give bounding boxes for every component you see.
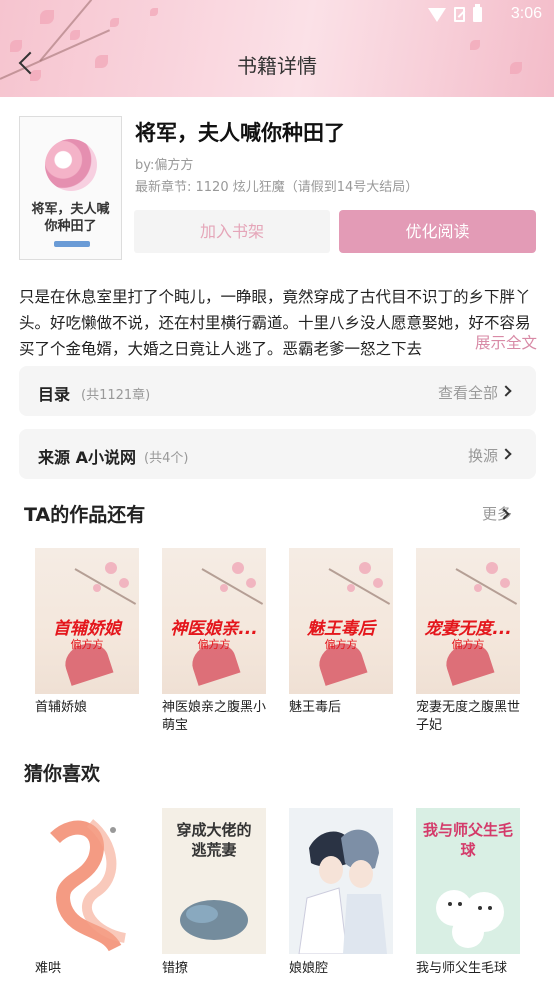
guess-cover: 穿成大佬的逃荒妻 (162, 808, 266, 954)
book-author[interactable]: by:偏方方 (135, 154, 193, 173)
work-name: 宠妻无度之腹黑世子妃 (416, 700, 521, 733)
change-source-link[interactable]: 换源 (468, 445, 498, 466)
read-button[interactable]: 优化阅读 (339, 210, 536, 253)
works-section-title: TA的作品还有 (24, 504, 146, 526)
latest-chapter[interactable]: 最新章节: 1120 炫儿狂魔（请假到14号大结局） (135, 176, 418, 195)
work-name: 魅王毒后 (289, 700, 342, 715)
battery-icon (473, 4, 482, 22)
book-intro: 只是在休息室里打了个盹儿，一睁眼，竟然穿成了古代目不识丁的乡下胖丫头。好吃懒做不… (19, 288, 531, 358)
page-title: 书籍详情 (237, 54, 317, 78)
guess-name: 难哄 (35, 961, 62, 976)
status-time: 3:06 (510, 5, 542, 22)
work-item[interactable]: 宠妻无度... 偏方方 宠妻无度之腹黑世子妃 (416, 548, 521, 735)
work-item[interactable]: 魅王毒后 偏方方 魅王毒后 (289, 548, 394, 717)
guess-name: 娘娘腔 (289, 961, 329, 976)
guess-cover: 我与师父生毛球 (416, 808, 520, 954)
guess-name: 错撩 (162, 961, 189, 976)
catalog-row[interactable]: 目录 (共1121章) 查看全部 (19, 366, 536, 416)
work-cover: 魅王毒后 偏方方 (289, 548, 393, 694)
work-item[interactable]: 神医娘亲... 偏方方 神医娘亲之腹黑小萌宝 (162, 548, 267, 735)
source-row[interactable]: 来源 A小说网 (共4个) 换源 (19, 429, 536, 479)
guess-cover (35, 808, 139, 954)
guess-cover (289, 808, 393, 954)
status-bar: 3:06 (0, 0, 554, 30)
work-item[interactable]: 首辅娇娘 偏方方 首辅娇娘 (35, 548, 140, 717)
work-cover: 神医娘亲... 偏方方 (162, 548, 266, 694)
view-all-link[interactable]: 查看全部 (438, 382, 498, 403)
catalog-label: 目录 (38, 385, 71, 404)
guess-section-title: 猜你喜欢 (24, 763, 101, 785)
work-name: 首辅娇娘 (35, 700, 88, 715)
wifi-icon (428, 7, 446, 22)
guess-item[interactable]: 难哄 (35, 808, 140, 978)
no-sim-icon (454, 7, 465, 22)
work-cover: 宠妻无度... 偏方方 (416, 548, 520, 694)
book-cover: 将军，夫人喊你种田了 (19, 116, 122, 260)
book-title: 将军，夫人喊你种田了 (135, 121, 345, 145)
source-count: (共4个) (144, 451, 189, 466)
guess-item[interactable]: 娘娘腔 (289, 808, 394, 978)
guess-name: 我与师父生毛球 (416, 961, 508, 976)
chevron-right-icon (500, 385, 512, 397)
guess-item[interactable]: 穿成大佬的逃荒妻 错撩 (162, 808, 267, 978)
work-cover: 首辅娇娘 偏方方 (35, 548, 139, 694)
work-name: 神医娘亲之腹黑小萌宝 (162, 700, 267, 733)
source-label: 来源 A小说网 (38, 448, 136, 467)
header-banner: 3:06 书籍详情 (0, 0, 554, 97)
show-full-text-link[interactable]: 展示全文 (472, 330, 537, 356)
guess-item[interactable]: 我与师父生毛球 我与师父生毛球 (416, 808, 521, 978)
add-to-shelf-button[interactable]: 加入书架 (134, 210, 330, 253)
catalog-count: (共1121章) (81, 388, 151, 403)
chevron-right-icon (500, 448, 512, 460)
book-cover-title: 将军，夫人喊你种田了 (31, 202, 110, 234)
